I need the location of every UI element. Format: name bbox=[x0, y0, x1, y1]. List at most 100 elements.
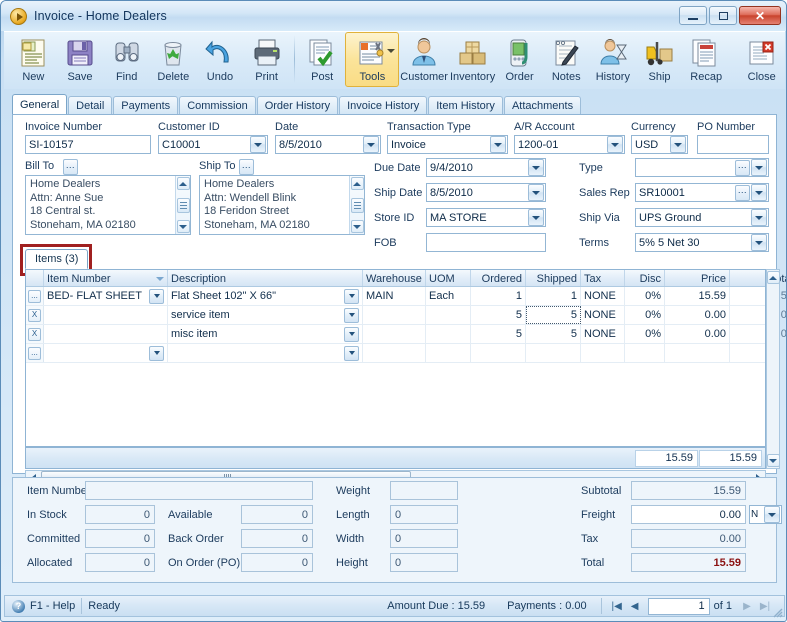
grid-header-tax[interactable]: Tax bbox=[581, 270, 625, 286]
next-record-icon[interactable]: ▶ bbox=[738, 598, 756, 614]
grid-header-item-number[interactable]: Item Number bbox=[44, 270, 168, 286]
ship-date-chevron-down-icon[interactable] bbox=[528, 184, 544, 201]
due-date-combo[interactable]: 9/4/2010 bbox=[426, 158, 546, 177]
table-row[interactable]: ... BED- FLAT SHEET Flat Sheet 102" X 66… bbox=[26, 287, 786, 306]
ship-to-scroll-thumb[interactable] bbox=[350, 197, 364, 213]
row-1-lookup-icon[interactable]: ... bbox=[28, 289, 41, 303]
notes-button[interactable]: Notes bbox=[543, 32, 590, 87]
delete-button[interactable]: Delete bbox=[150, 32, 197, 87]
cell-disc[interactable]: 0% bbox=[625, 325, 665, 343]
ship-to-lookup-button[interactable]: ⋯ bbox=[239, 159, 254, 175]
date-chevron-down-icon[interactable] bbox=[363, 136, 379, 153]
help-label[interactable]: F1 - Help bbox=[30, 600, 75, 612]
po-number-input[interactable] bbox=[697, 135, 769, 154]
tab-order-history[interactable]: Order History bbox=[256, 96, 339, 115]
due-date-chevron-down-icon[interactable] bbox=[528, 159, 544, 176]
type-lookup-button[interactable]: ⋯ bbox=[735, 159, 750, 176]
store-id-chevron-down-icon[interactable] bbox=[528, 209, 544, 226]
transaction-type-combo[interactable]: Invoice bbox=[387, 135, 508, 154]
customer-button[interactable]: Customer bbox=[399, 32, 449, 87]
customer-id-chevron-down-icon[interactable] bbox=[250, 136, 266, 153]
previous-record-icon[interactable]: ◀ bbox=[626, 598, 644, 614]
items-tab[interactable]: Items (3) bbox=[25, 249, 89, 269]
table-row[interactable]: X misc item 5 5 NONE 0% 0.00 0.00 bbox=[26, 325, 786, 344]
resize-grip[interactable] bbox=[771, 606, 783, 618]
ship-button[interactable]: Ship bbox=[636, 32, 683, 87]
cell-description-chevron-down-icon[interactable] bbox=[344, 288, 359, 304]
cell-tax[interactable]: NONE bbox=[581, 287, 625, 305]
minimize-button[interactable] bbox=[679, 6, 707, 25]
ship-to-scroll-down-icon[interactable] bbox=[350, 220, 364, 233]
cell-item-number-chevron-down-icon[interactable] bbox=[149, 288, 164, 304]
help-icon[interactable]: ? bbox=[12, 599, 25, 613]
grid-header-price[interactable]: Price bbox=[665, 270, 730, 286]
row-marker[interactable]: X bbox=[26, 306, 44, 324]
terms-chevron-down-icon[interactable] bbox=[751, 234, 767, 251]
type-chevron-down-icon[interactable] bbox=[751, 159, 767, 176]
order-button[interactable]: Order bbox=[496, 32, 543, 87]
save-button[interactable]: Save bbox=[57, 32, 104, 87]
freight-taxable-chevron-down-icon[interactable] bbox=[764, 506, 780, 523]
invoice-number-input[interactable]: SI-10157 bbox=[25, 135, 151, 154]
grid-header-disc[interactable]: Disc bbox=[625, 270, 665, 286]
close-toolbar-button[interactable]: Close bbox=[738, 32, 785, 87]
row-marker[interactable]: X bbox=[26, 325, 44, 343]
cell-tax[interactable]: NONE bbox=[581, 306, 625, 324]
cell-warehouse[interactable] bbox=[363, 325, 426, 343]
cell-uom[interactable]: Each bbox=[426, 287, 471, 305]
cell-uom[interactable] bbox=[426, 306, 471, 324]
grid-header-warehouse[interactable]: Warehouse bbox=[363, 270, 426, 286]
cell-item-number-chevron-down-icon[interactable] bbox=[149, 345, 164, 361]
grid-header-shipped[interactable]: Shipped bbox=[526, 270, 581, 286]
tab-item-history[interactable]: Item History bbox=[428, 96, 503, 115]
grid-header-uom[interactable]: UOM bbox=[426, 270, 471, 286]
inventory-button[interactable]: Inventory bbox=[449, 32, 496, 87]
cell-shipped[interactable]: 1 bbox=[526, 287, 581, 305]
tab-attachments[interactable]: Attachments bbox=[503, 96, 582, 115]
cell-disc[interactable]: 0% bbox=[625, 287, 665, 305]
tab-general[interactable]: General bbox=[12, 94, 68, 115]
terms-combo[interactable]: 5% 5 Net 30 bbox=[635, 233, 769, 252]
cell-price[interactable]: 15.59 bbox=[665, 287, 730, 305]
ship-via-chevron-down-icon[interactable] bbox=[751, 209, 767, 226]
bill-to-lookup-button[interactable]: ⋯ bbox=[63, 159, 78, 175]
freight-taxable-combo[interactable]: N bbox=[749, 505, 782, 524]
cell-description-chevron-down-icon[interactable] bbox=[344, 307, 359, 323]
cell-description-chevron-down-icon[interactable] bbox=[344, 326, 359, 342]
row-3-delete-icon[interactable]: X bbox=[28, 327, 41, 341]
row-marker[interactable]: ... bbox=[26, 287, 44, 305]
cell-disc[interactable] bbox=[625, 344, 665, 362]
transaction-type-chevron-down-icon[interactable] bbox=[490, 136, 506, 153]
cell-shipped[interactable] bbox=[526, 344, 581, 362]
ship-to-scroll-up-icon[interactable] bbox=[350, 177, 364, 190]
ship-to-scrollbar[interactable] bbox=[349, 176, 364, 234]
tools-dropdown-arrow-icon[interactable] bbox=[387, 49, 396, 53]
bill-to-address-box[interactable]: Home Dealers Attn: Anne Sue 18 Central s… bbox=[25, 175, 191, 235]
grid-scroll-up-icon[interactable] bbox=[766, 271, 780, 284]
cell-item-number[interactable] bbox=[44, 325, 168, 343]
row-marker[interactable]: ... bbox=[26, 344, 44, 362]
cell-item-number[interactable] bbox=[44, 344, 168, 362]
recap-button[interactable]: Recap bbox=[683, 32, 730, 87]
history-button[interactable]: History bbox=[590, 32, 637, 87]
cell-uom[interactable] bbox=[426, 344, 471, 362]
cell-shipped-selected[interactable]: 5 bbox=[526, 306, 581, 324]
freight-field[interactable]: 0.00 bbox=[631, 505, 746, 524]
tab-detail[interactable]: Detail bbox=[68, 96, 113, 115]
grid-scroll-down-icon[interactable] bbox=[766, 454, 780, 467]
cell-warehouse[interactable] bbox=[363, 344, 426, 362]
cell-description[interactable]: Flat Sheet 102" X 66" bbox=[168, 287, 363, 305]
cell-description[interactable]: service item bbox=[168, 306, 363, 324]
fob-input[interactable] bbox=[426, 233, 546, 252]
cell-uom[interactable] bbox=[426, 325, 471, 343]
close-button[interactable]: ✕ bbox=[739, 6, 781, 25]
cell-price[interactable]: 0.00 bbox=[665, 306, 730, 324]
tab-payments[interactable]: Payments bbox=[113, 96, 179, 115]
table-row-new[interactable]: ... bbox=[26, 344, 765, 363]
sales-rep-chevron-down-icon[interactable] bbox=[751, 184, 767, 201]
cell-description-chevron-down-icon[interactable] bbox=[344, 345, 359, 361]
grid-header-description[interactable]: Description bbox=[168, 270, 363, 286]
cell-shipped[interactable]: 5 bbox=[526, 325, 581, 343]
currency-chevron-down-icon[interactable] bbox=[670, 136, 686, 153]
cell-price[interactable]: 0.00 bbox=[665, 325, 730, 343]
